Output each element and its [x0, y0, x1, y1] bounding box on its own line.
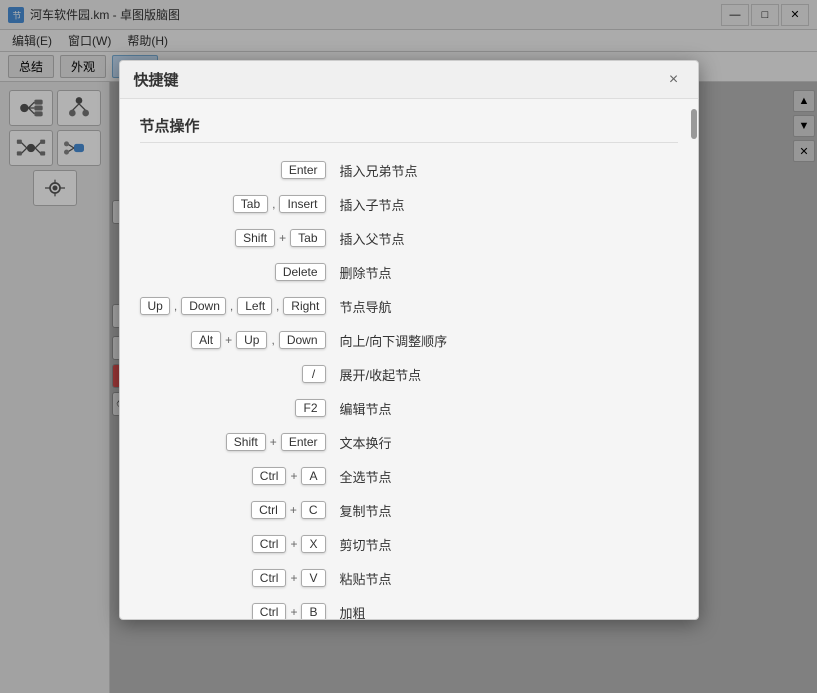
- keys-shift-tab: Shift + Tab: [140, 229, 340, 247]
- key-x: X: [301, 535, 325, 553]
- shortcut-row-ctrl-a: Ctrl + A 全选节点: [140, 463, 678, 489]
- key-up: Up: [140, 297, 170, 315]
- desc-tab-insert: 插入子节点: [340, 195, 405, 214]
- shortcut-row-ctrl-x: Ctrl + X 剪切节点: [140, 531, 678, 557]
- section-node-ops: 节点操作: [140, 115, 678, 143]
- keys-tab-insert: Tab , Insert: [140, 195, 340, 213]
- key-v: V: [301, 569, 325, 587]
- shortcut-row-tab-insert: Tab , Insert 插入子节点: [140, 191, 678, 217]
- keys-ctrl-b: Ctrl + B: [140, 603, 340, 619]
- desc-ctrl-a: 全选节点: [340, 467, 392, 486]
- desc-alt-updown: 向上/向下调整顺序: [340, 331, 448, 350]
- key-enter-2: Enter: [281, 433, 326, 451]
- desc-enter: 插入兄弟节点: [340, 161, 418, 180]
- key-shift-1: Shift: [235, 229, 275, 247]
- shortcut-row-shift-tab: Shift + Tab 插入父节点: [140, 225, 678, 251]
- keys-delete: Delete: [140, 263, 340, 281]
- key-b: B: [301, 603, 325, 619]
- shortcut-row-shift-enter: Shift + Enter 文本换行: [140, 429, 678, 455]
- desc-delete: 删除节点: [340, 263, 392, 282]
- key-left: Left: [237, 297, 272, 315]
- shortcut-row-delete: Delete 删除节点: [140, 259, 678, 285]
- shortcut-row-slash: / 展开/收起节点: [140, 361, 678, 387]
- keys-ctrl-c: Ctrl + C: [140, 501, 340, 519]
- modal-body[interactable]: 节点操作 Enter 插入兄弟节点 Tab , Insert 插入子节点: [120, 99, 698, 619]
- key-delete: Delete: [275, 263, 326, 281]
- desc-ctrl-b: 加粗: [340, 603, 366, 620]
- keys-ctrl-a: Ctrl + A: [140, 467, 340, 485]
- keys-slash: /: [140, 365, 340, 383]
- key-ctrl-2: Ctrl: [251, 501, 286, 519]
- scroll-indicator: [691, 109, 697, 139]
- key-ctrl-3: Ctrl: [252, 535, 287, 553]
- desc-slash: 展开/收起节点: [340, 365, 422, 384]
- keys-alt-updown: Alt + Up , Down: [140, 331, 340, 349]
- desc-shift-enter: 文本换行: [340, 433, 392, 452]
- modal-header: 快捷键 ×: [120, 61, 698, 99]
- key-down: Down: [181, 297, 226, 315]
- key-a: A: [301, 467, 325, 485]
- shortcut-row-ctrl-v: Ctrl + V 粘贴节点: [140, 565, 678, 591]
- desc-ctrl-c: 复制节点: [340, 501, 392, 520]
- key-tab-2: Tab: [290, 229, 325, 247]
- modal-title: 快捷键: [134, 69, 179, 90]
- key-alt: Alt: [191, 331, 221, 349]
- desc-shift-tab: 插入父节点: [340, 229, 405, 248]
- keys-ctrl-x: Ctrl + X: [140, 535, 340, 553]
- modal-close-button[interactable]: ×: [664, 70, 684, 90]
- keys-shift-enter: Shift + Enter: [140, 433, 340, 451]
- desc-arrows: 节点导航: [340, 297, 392, 316]
- modal-overlay: 快捷键 × 节点操作 Enter 插入兄弟节点 Tab , Insert: [0, 0, 817, 693]
- key-insert: Insert: [279, 195, 325, 213]
- key-enter: Enter: [281, 161, 326, 179]
- shortcut-row-f2: F2 编辑节点: [140, 395, 678, 421]
- keys-ctrl-v: Ctrl + V: [140, 569, 340, 587]
- desc-ctrl-v: 粘贴节点: [340, 569, 392, 588]
- shortcut-row-ctrl-c: Ctrl + C 复制节点: [140, 497, 678, 523]
- key-down-2: Down: [279, 331, 326, 349]
- keys-f2: F2: [140, 399, 340, 417]
- key-ctrl-1: Ctrl: [252, 467, 287, 485]
- keys-arrows: Up , Down , Left , Right: [140, 297, 340, 315]
- shortcut-row-ctrl-b: Ctrl + B 加粗: [140, 599, 678, 619]
- key-c: C: [301, 501, 326, 519]
- shortcut-dialog: 快捷键 × 节点操作 Enter 插入兄弟节点 Tab , Insert: [119, 60, 699, 620]
- desc-ctrl-x: 剪切节点: [340, 535, 392, 554]
- key-up-2: Up: [236, 331, 267, 349]
- shortcut-row-enter: Enter 插入兄弟节点: [140, 157, 678, 183]
- keys-enter: Enter: [140, 161, 340, 179]
- desc-f2: 编辑节点: [340, 399, 392, 418]
- key-slash: /: [302, 365, 326, 383]
- shortcut-row-arrows: Up , Down , Left , Right 节点导航: [140, 293, 678, 319]
- shortcut-row-alt-updown: Alt + Up , Down 向上/向下调整顺序: [140, 327, 678, 353]
- key-ctrl-5: Ctrl: [252, 603, 287, 619]
- key-right: Right: [283, 297, 325, 315]
- key-ctrl-4: Ctrl: [252, 569, 287, 587]
- key-tab: Tab: [233, 195, 268, 213]
- key-f2: F2: [295, 399, 325, 417]
- key-shift-2: Shift: [226, 433, 266, 451]
